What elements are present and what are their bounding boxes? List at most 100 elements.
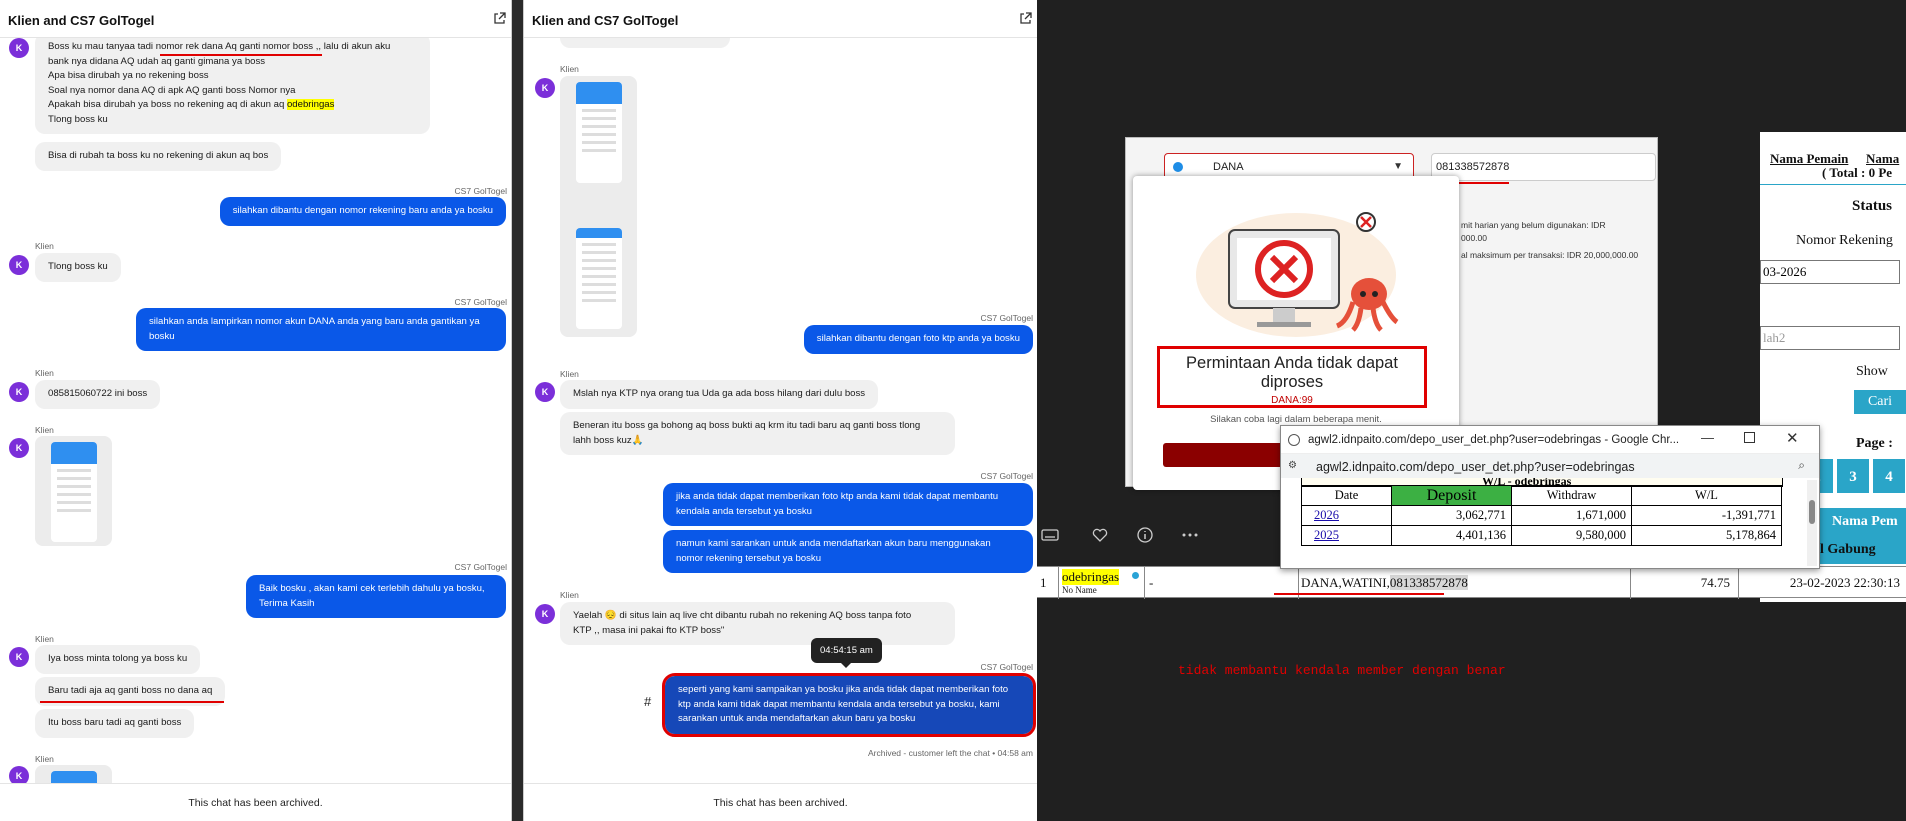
popup-window-title: agwl2.idnpaito.com/depo_user_det.php?use… — [1308, 434, 1680, 446]
zoom-icon[interactable]: ⌕ — [1798, 458, 1805, 473]
site-settings-icon[interactable]: ⚙ — [1288, 460, 1297, 471]
message-text: Baru tadi aja aq ganti boss no dana aq — [48, 685, 213, 696]
message-text: KTP ,, masa ini pakai fto KTP boss" — [573, 624, 725, 636]
message-bubble-incoming: Bisa di rubah ta boss ku no rekening di … — [35, 142, 282, 171]
column-header: Date — [1301, 485, 1392, 506]
table-row: 2026 3,062,771 1,671,000 -1,391,771 — [1301, 505, 1782, 526]
avatar: K — [9, 438, 29, 458]
column-header: Deposit — [1391, 485, 1512, 506]
address-bar[interactable]: ⚙ agwl2.idnpaito.com/depo_user_det.php?u… — [1281, 454, 1819, 478]
external-link-icon[interactable] — [493, 11, 507, 25]
account-number-field[interactable]: 081338572878 — [1431, 153, 1656, 181]
minimize-icon[interactable]: — — [1701, 430, 1714, 445]
show-label: Show — [1856, 364, 1888, 379]
hash-mark: # — [644, 694, 652, 709]
message-text: silahkan anda lampirkan nomor akun DANA … — [149, 316, 480, 327]
message-bubble-incoming: Iya boss minta tolong ya boss ku — [35, 645, 201, 674]
message-text: Iya boss minta tolong ya boss ku — [48, 653, 188, 664]
avatar: K — [9, 255, 29, 275]
page-button[interactable]: 3 — [1836, 458, 1870, 494]
search-button[interactable]: Cari — [1854, 390, 1906, 414]
sender-name: Klien — [35, 368, 54, 378]
sender-name: CS7 GolTogel — [454, 562, 507, 572]
message-bubble-incoming: Beneran itu boss ga bohong aq boss bukti… — [560, 412, 955, 455]
table-cell: 3,062,771 — [1391, 505, 1512, 526]
close-icon[interactable]: ✕ — [1786, 429, 1799, 447]
chat-header: Klien and CS7 GolTogel — [0, 0, 511, 38]
date-input[interactable]: 03-2026 — [1760, 260, 1900, 284]
field-label: Nomor Rekening — [1796, 233, 1893, 248]
table-row: 2025 4,401,136 9,580,000 5,178,864 — [1301, 525, 1782, 546]
image-attachment[interactable] — [560, 76, 637, 337]
user-name: No Name — [1062, 585, 1097, 595]
chat-footer: This chat has been archived. — [0, 783, 511, 821]
column-header: Nama Pem — [1832, 514, 1898, 529]
limit-note: mit harian yang belum digunakan: IDR — [1461, 220, 1606, 230]
message-text: Tlong boss ku — [48, 261, 108, 272]
search-input[interactable]: lah2 — [1760, 326, 1900, 350]
message-bubble-outgoing: silahkan dibantu dengan nomor rekening b… — [219, 197, 506, 226]
message-text: ktp anda kami tidak dapat membantu kenda… — [678, 698, 1000, 710]
table-cell: 9,580,000 — [1511, 525, 1632, 546]
message-text: Terima Kasih — [259, 597, 315, 609]
message-text: kendala anda tersebut ya bosku — [676, 505, 813, 517]
sender-name: CS7 GolTogel — [980, 471, 1033, 481]
avatar: K — [535, 382, 555, 402]
archived-note: Archived - customer left the chat • 04:5… — [867, 748, 1033, 758]
keyboard-icon[interactable] — [1041, 526, 1059, 544]
sender-name: CS7 GolTogel — [980, 313, 1033, 323]
sender-name: Klien — [560, 64, 579, 74]
page-label: Page : — [1856, 436, 1893, 451]
error-code: DANA:99 — [1271, 395, 1313, 406]
scrollbar[interactable] — [1807, 480, 1817, 566]
message-text: bank nya didana AQ udah aq ganti gimana … — [48, 55, 266, 67]
chat-header: Klien and CS7 GolTogel — [524, 0, 1037, 38]
message-text: Apa bisa dirubah ya no rekening boss — [48, 70, 209, 81]
divider — [1760, 184, 1906, 185]
external-link-icon[interactable] — [1019, 11, 1033, 25]
provider-value: DANA — [1213, 161, 1244, 173]
message-list[interactable]: K Boss ku mau tanyaa tadi nomor rek dana… — [0, 38, 511, 783]
column-header: W/L — [1631, 485, 1782, 506]
heart-icon[interactable] — [1091, 526, 1109, 544]
avatar: K — [535, 78, 555, 98]
message-text: Apakah bisa dirubah ya boss no rekening … — [48, 99, 287, 110]
bank-number: 081338572878 — [1389, 575, 1468, 590]
column-header: l Gabung — [1820, 542, 1876, 557]
message-text: namun kami sarankan untuk anda mendaftar… — [676, 538, 991, 549]
message-text: Tlong boss ku — [48, 113, 108, 125]
message-bubble-incoming — [560, 38, 730, 48]
image-attachment[interactable] — [35, 436, 112, 546]
scrollbar-thumb[interactable] — [1809, 500, 1815, 524]
maximize-icon[interactable] — [1744, 432, 1755, 443]
sender-name: Klien — [560, 369, 579, 379]
message-list[interactable]: Klien K CS7 GolTogel silahkan dibantu de… — [524, 38, 1037, 783]
message-bubble-incoming: Tlong boss ku — [35, 253, 121, 282]
timestamp-tooltip: 04:54:15 am — [811, 638, 882, 668]
red-underline — [1274, 593, 1444, 595]
page-button[interactable]: 4 — [1872, 458, 1906, 494]
cell-date: 23-02-2023 22:30:13 — [1789, 575, 1900, 590]
sender-name: Klien — [560, 590, 579, 600]
red-underline — [160, 54, 322, 56]
username-link[interactable]: odebringas — [1062, 569, 1120, 585]
cell-no: 1 — [1037, 567, 1059, 599]
address-text: agwl2.idnpaito.com/depo_user_det.php?use… — [1316, 460, 1635, 474]
error-illustration-icon — [1196, 212, 1399, 337]
image-attachment[interactable] — [35, 765, 112, 783]
panel-divider — [512, 0, 523, 821]
viewer-toolbar — [1037, 518, 1297, 554]
info-icon[interactable] — [1136, 526, 1154, 544]
message-text: Mslah nya KTP nya orang tua Uda ga ada b… — [573, 388, 866, 399]
message-text: lahh boss kuz🙏 — [573, 434, 644, 446]
browser-popup-window: agwl2.idnpaito.com/depo_user_det.php?use… — [1280, 425, 1820, 569]
sender-name: CS7 GolTogel — [980, 662, 1033, 672]
sender-name: Klien — [35, 425, 54, 435]
sender-name: Klien — [35, 634, 54, 644]
more-icon[interactable] — [1181, 526, 1199, 544]
highlighted-username: odebringas — [286, 99, 335, 110]
sender-name: CS7 GolTogel — [454, 297, 507, 307]
year-link[interactable]: 2026 — [1301, 505, 1392, 526]
chat-title: Klien and CS7 GolTogel — [8, 13, 155, 28]
year-link[interactable]: 2025 — [1301, 525, 1392, 546]
